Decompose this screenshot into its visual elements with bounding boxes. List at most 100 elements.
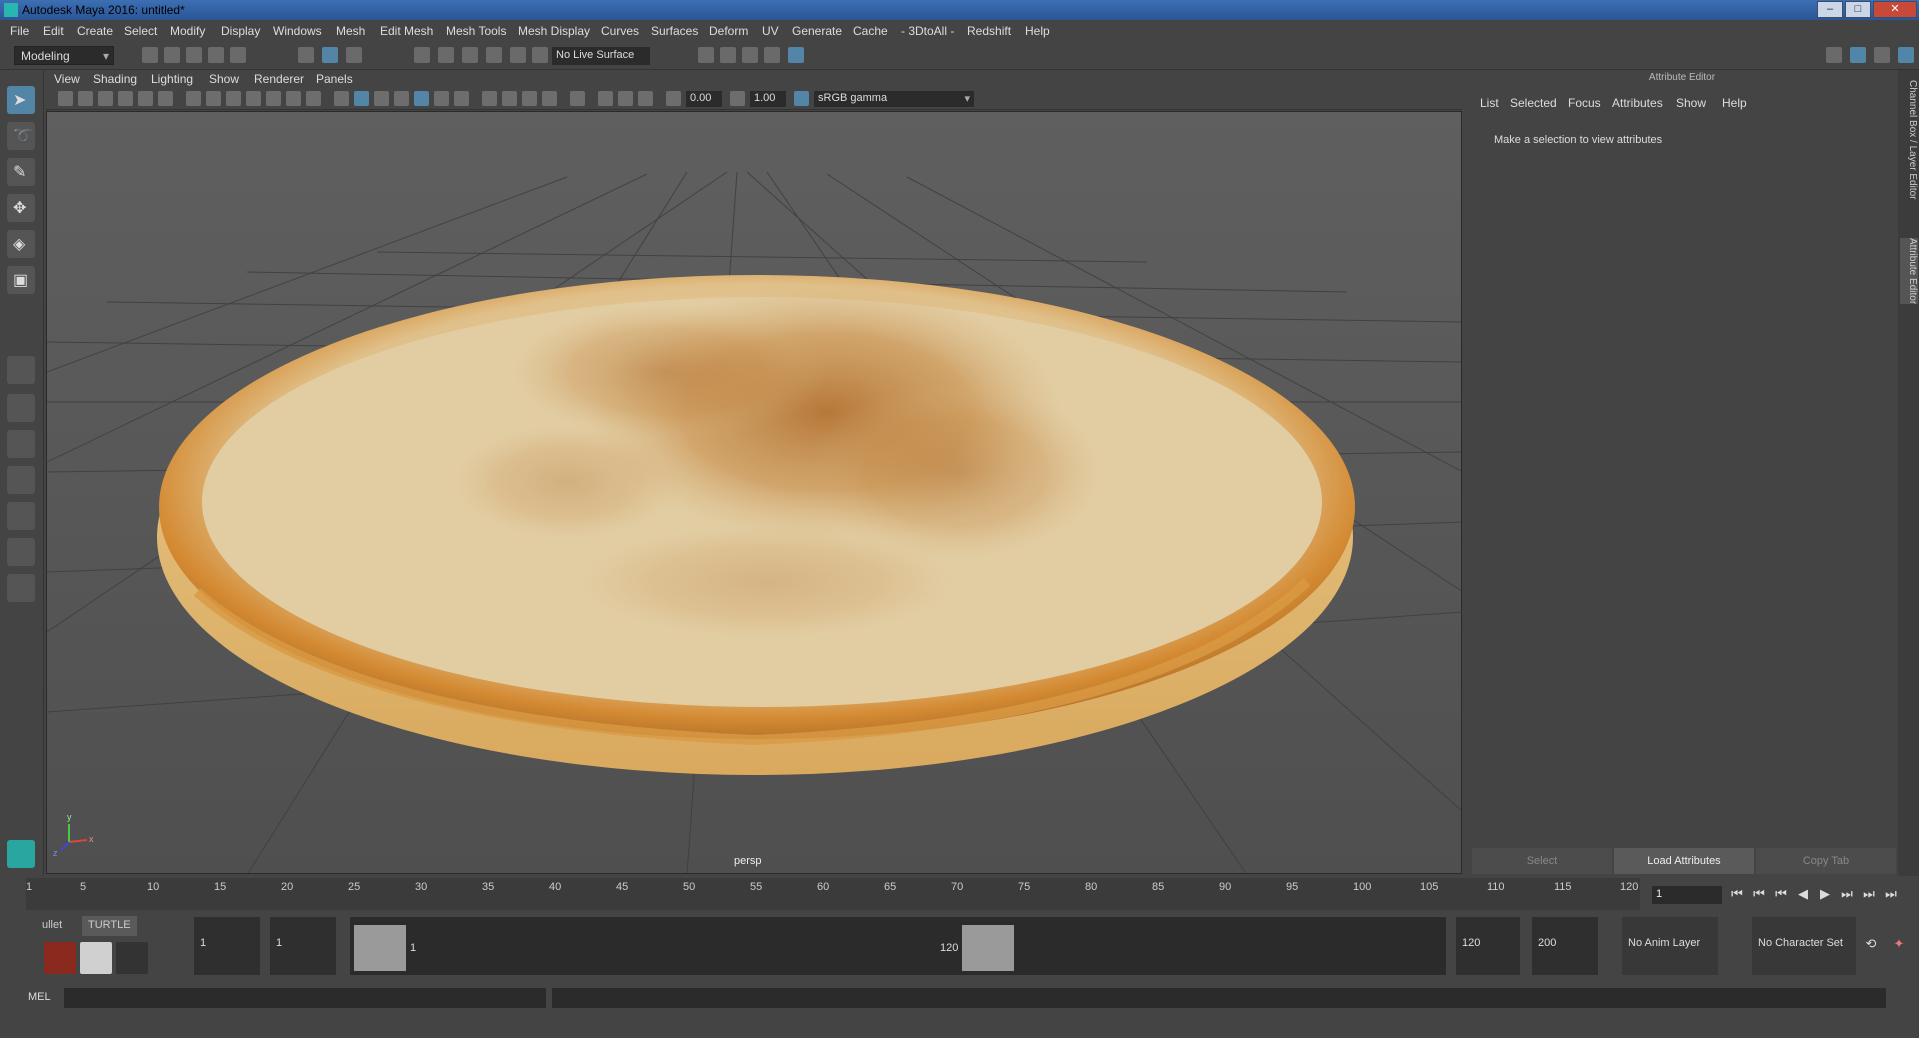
viewport-menu-show[interactable]: Show xyxy=(209,72,239,86)
timeline-track[interactable]: 1 5 10 15 20 25 30 35 40 45 50 55 60 65 … xyxy=(26,878,1640,910)
menu-file[interactable]: File xyxy=(10,24,29,38)
render-icon[interactable] xyxy=(720,47,736,63)
bookmark-icon[interactable] xyxy=(98,91,113,106)
depth-of-field-icon[interactable] xyxy=(542,91,557,106)
film-gate-icon[interactable] xyxy=(206,91,221,106)
viewport-menu-lighting[interactable]: Lighting xyxy=(151,72,193,86)
gamma-icon[interactable] xyxy=(730,91,745,106)
wireframe-icon[interactable] xyxy=(334,91,349,106)
new-scene-icon[interactable] xyxy=(142,47,158,63)
go-to-end-icon[interactable]: ⏭ xyxy=(1882,886,1900,904)
shelf-tab-bullet[interactable]: ullet xyxy=(36,916,68,936)
anti-aliasing-icon[interactable] xyxy=(522,91,537,106)
tab-attribute-editor[interactable]: Attribute Editor xyxy=(1900,238,1918,305)
lasso-tool-icon[interactable]: ➰ xyxy=(7,122,35,150)
range-start-handle[interactable] xyxy=(354,925,406,971)
exposure-field[interactable]: 0.00 xyxy=(686,91,722,107)
menu-3dtoall[interactable]: - 3DtoAll - xyxy=(901,24,954,38)
snap-surface-icon[interactable] xyxy=(510,47,526,63)
textured-icon[interactable] xyxy=(414,91,429,106)
shadows-icon[interactable] xyxy=(454,91,469,106)
motion-blur-icon[interactable] xyxy=(502,91,517,106)
exposure-icon[interactable] xyxy=(666,91,681,106)
step-forward-key-icon[interactable]: ⏭ xyxy=(1860,886,1878,904)
go-to-start-icon[interactable]: ⏮ xyxy=(1728,886,1746,904)
image-plane-icon[interactable] xyxy=(118,91,133,106)
maximize-button[interactable]: □ xyxy=(1845,1,1871,18)
persp-graph-layout-icon[interactable] xyxy=(7,466,35,494)
magnet-icon[interactable] xyxy=(532,47,548,63)
shelf-tab-turtle[interactable]: TURTLE xyxy=(82,916,137,936)
menu-display[interactable]: Display xyxy=(221,24,260,38)
viewport-menu-shading[interactable]: Shading xyxy=(93,72,137,86)
pan-zoom-icon[interactable] xyxy=(138,91,153,106)
redo-icon[interactable] xyxy=(230,47,246,63)
menu-mesh[interactable]: Mesh xyxy=(336,24,365,38)
move-tool-icon[interactable]: ✥ xyxy=(7,194,35,222)
live-surface-field[interactable]: No Live Surface xyxy=(552,47,650,65)
pancake-model[interactable] xyxy=(157,275,1355,775)
mode-selector[interactable]: Modeling ▾ xyxy=(14,46,114,65)
minimize-button[interactable]: ‒ xyxy=(1817,1,1843,18)
select-object-icon[interactable] xyxy=(322,47,338,63)
close-button[interactable]: ✕ xyxy=(1873,1,1917,18)
menu-select[interactable]: Select xyxy=(124,24,157,38)
menu-surfaces[interactable]: Surfaces xyxy=(651,24,698,38)
persp-hypershade-layout-icon[interactable] xyxy=(7,502,35,530)
screen-space-ao-icon[interactable] xyxy=(482,91,497,106)
ae-menu-help[interactable]: Help xyxy=(1722,96,1747,110)
character-set-dropdown[interactable]: No Character Set xyxy=(1752,917,1856,975)
resolution-gate-icon[interactable] xyxy=(226,91,241,106)
viewport-menu-view[interactable]: View xyxy=(54,72,80,86)
step-back-frame-icon[interactable]: ⏮ xyxy=(1772,886,1790,904)
camera-lock-icon[interactable] xyxy=(78,91,93,106)
use-all-lights-icon[interactable] xyxy=(434,91,449,106)
color-space-dropdown[interactable]: sRGB gamma ▾ xyxy=(814,91,974,107)
ae-copy-tab-button[interactable]: Copy Tab xyxy=(1756,848,1896,874)
color-management-icon[interactable] xyxy=(794,91,809,106)
four-view-layout-icon[interactable] xyxy=(7,394,35,422)
menu-mesh-display[interactable]: Mesh Display xyxy=(518,24,590,38)
default-material-icon[interactable] xyxy=(374,91,389,106)
turtle-render-icon[interactable] xyxy=(44,942,76,974)
safe-title-icon[interactable] xyxy=(306,91,321,106)
animation-start-field[interactable]: 1 xyxy=(194,917,260,975)
menu-generate[interactable]: Generate xyxy=(792,24,842,38)
step-back-key-icon[interactable]: ⏮ xyxy=(1750,886,1768,904)
rotate-tool-icon[interactable]: ◈ xyxy=(7,230,35,258)
ae-menu-list[interactable]: List xyxy=(1480,96,1499,110)
menu-edit-mesh[interactable]: Edit Mesh xyxy=(380,24,433,38)
menu-modify[interactable]: Modify xyxy=(170,24,205,38)
menu-edit[interactable]: Edit xyxy=(43,24,64,38)
isolate-select-icon[interactable] xyxy=(570,91,585,106)
paint-select-tool-icon[interactable]: ✎ xyxy=(7,158,35,186)
modeling-toolkit-icon[interactable] xyxy=(1826,47,1842,63)
range-slider[interactable]: 1 120 xyxy=(350,917,1446,975)
xray-components-icon[interactable] xyxy=(638,91,653,106)
menu-redshift[interactable]: Redshift xyxy=(967,24,1011,38)
ae-menu-attributes[interactable]: Attributes xyxy=(1612,96,1663,110)
ae-menu-selected[interactable]: Selected xyxy=(1510,96,1557,110)
smooth-shade-icon[interactable] xyxy=(354,91,369,106)
select-tool-icon[interactable]: ➤ xyxy=(7,86,35,114)
grid-icon[interactable] xyxy=(186,91,201,106)
xray-icon[interactable] xyxy=(598,91,613,106)
outliner-icon[interactable] xyxy=(1874,47,1890,63)
render-settings-icon[interactable] xyxy=(764,47,780,63)
scale-tool-icon[interactable]: ▣ xyxy=(7,266,35,294)
render-view-icon[interactable] xyxy=(698,47,714,63)
step-forward-frame-icon[interactable]: ⏭ xyxy=(1838,886,1856,904)
outliner-persp-layout-icon[interactable] xyxy=(7,538,35,566)
animation-end-field[interactable]: 200 xyxy=(1532,917,1598,975)
snap-point-icon[interactable] xyxy=(462,47,478,63)
gate-mask-icon[interactable] xyxy=(246,91,261,106)
range-end-handle[interactable] xyxy=(962,925,1014,971)
current-frame-field[interactable]: 1 xyxy=(1652,886,1722,904)
play-backwards-icon[interactable]: ◀ xyxy=(1794,886,1812,904)
ipr-render-icon[interactable] xyxy=(742,47,758,63)
save-scene-icon[interactable] xyxy=(186,47,202,63)
auto-key-icon[interactable]: ⟲ xyxy=(1862,936,1880,954)
snap-grid-icon[interactable] xyxy=(414,47,430,63)
safe-action-icon[interactable] xyxy=(286,91,301,106)
turtle-shader-icon[interactable] xyxy=(116,942,148,974)
